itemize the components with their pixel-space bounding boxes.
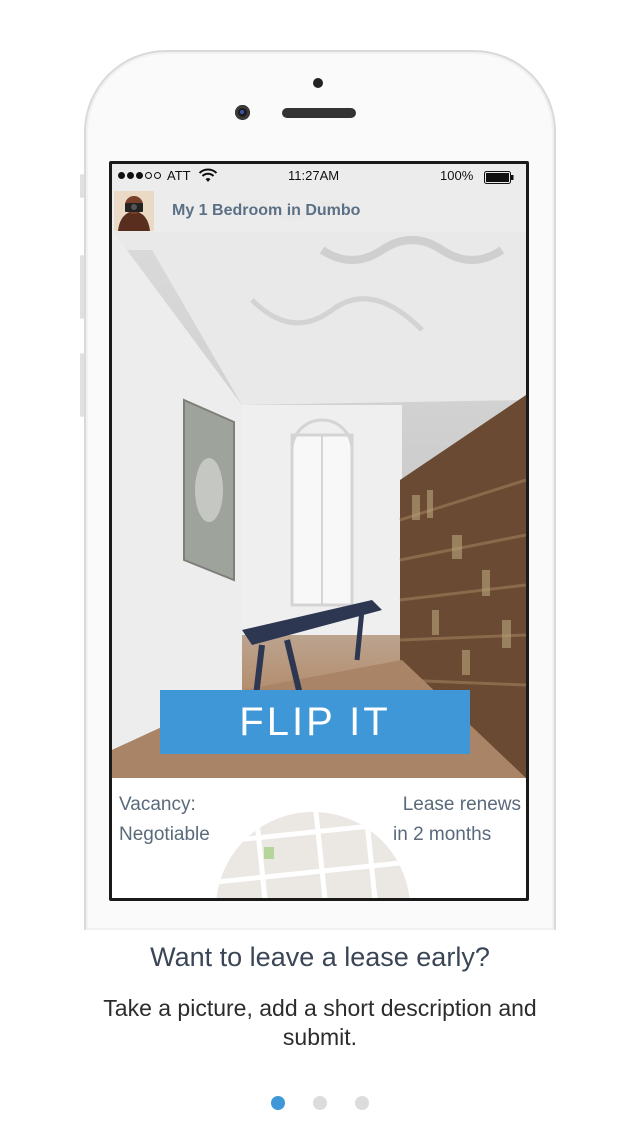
proximity-sensor bbox=[313, 78, 323, 88]
listing-photo[interactable]: FLIP IT bbox=[112, 190, 526, 778]
onboarding-subtext: Take a picture, add a short description … bbox=[103, 995, 537, 1050]
battery-icon bbox=[484, 171, 514, 184]
vacancy-label: Vacancy: bbox=[119, 794, 196, 815]
listing-title: My 1 Bedroom in Dumbo bbox=[172, 202, 361, 219]
earpiece-speaker bbox=[282, 108, 356, 118]
location-map[interactable] bbox=[216, 812, 410, 898]
battery-percent: 100% bbox=[440, 168, 474, 183]
listing-info: Vacancy: Negotiable Lease renews in 2 mo… bbox=[112, 778, 526, 898]
onboarding-headline: Want to leave a lease early? bbox=[150, 942, 490, 972]
page-indicator bbox=[271, 1096, 369, 1110]
signal-strength-icon bbox=[118, 172, 161, 179]
front-camera-icon bbox=[235, 105, 250, 120]
vacancy-value: Negotiable bbox=[119, 824, 210, 845]
carrier-name: ATT bbox=[167, 168, 191, 183]
status-time: 11:27AM bbox=[288, 168, 340, 183]
wifi-icon bbox=[198, 168, 218, 182]
lease-renewal-value: in 2 months bbox=[393, 824, 492, 845]
phone-screen: ATT 11:27AM 100% FLIP IT My 1 Bedroom in… bbox=[109, 161, 529, 901]
lease-renewal-label: Lease renews bbox=[402, 794, 521, 815]
listing-header: My 1 Bedroom in Dumbo bbox=[112, 190, 526, 232]
status-bar: ATT 11:27AM 100% bbox=[112, 164, 526, 190]
page-dot-1[interactable] bbox=[271, 1096, 285, 1110]
page-dot-3[interactable] bbox=[355, 1096, 369, 1110]
avatar[interactable] bbox=[114, 191, 154, 231]
page-dot-2[interactable] bbox=[313, 1096, 327, 1110]
flip-it-button[interactable]: FLIP IT bbox=[160, 690, 470, 754]
